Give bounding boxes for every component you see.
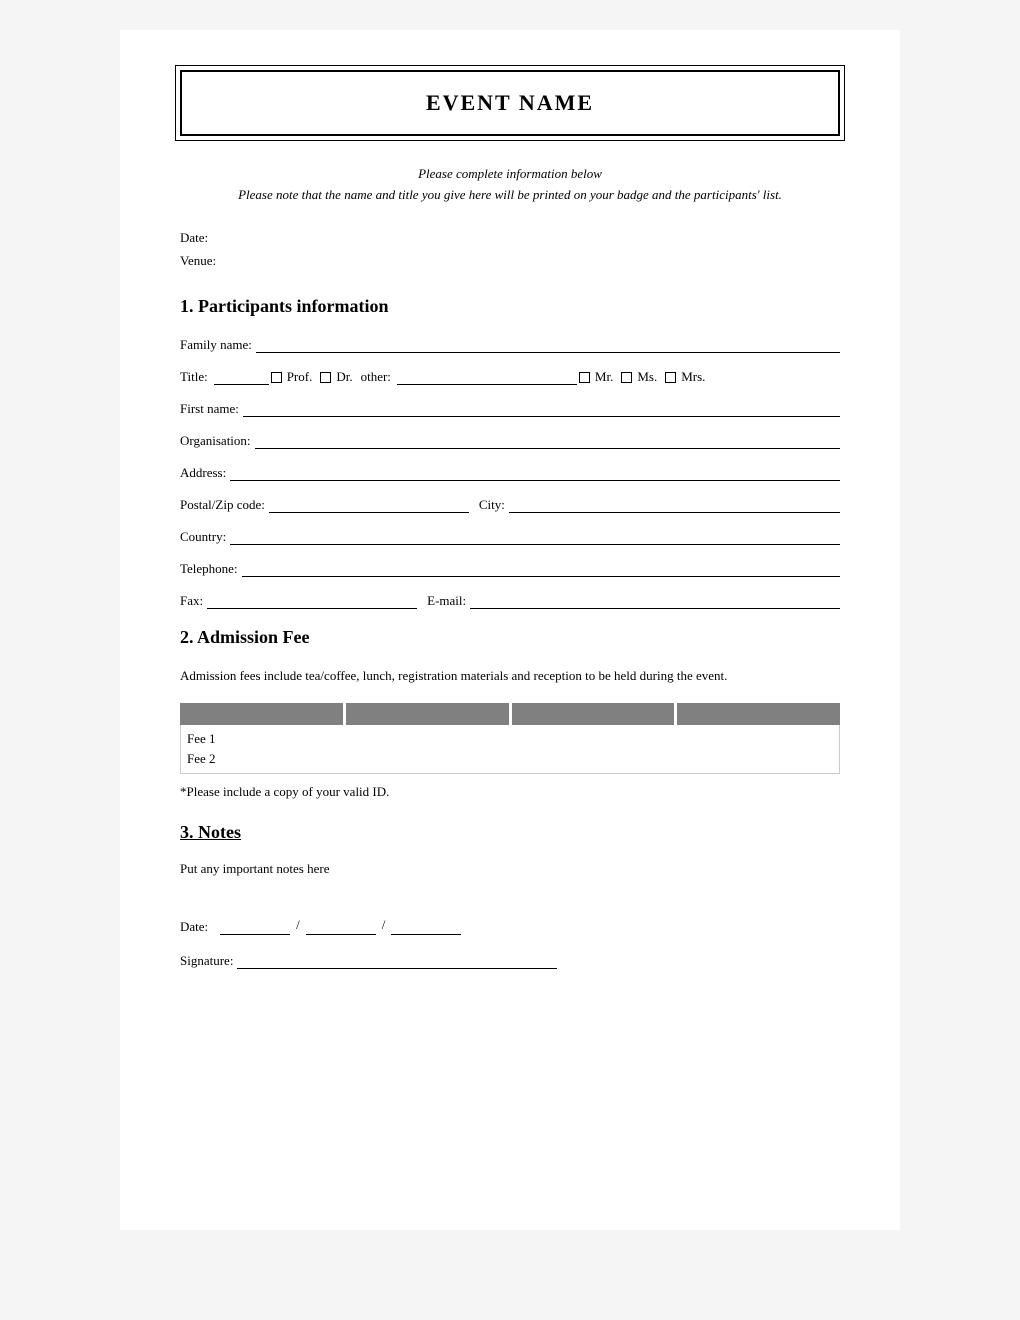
section3-block: 3. Notes Put any important notes here [180,822,840,877]
fax-part: Fax: [180,591,417,609]
section3-title: 3. Notes [180,822,840,843]
signature-section: Date: / / Signature: [180,917,840,969]
fax-email-row: Fax: E-mail: [180,591,840,609]
organisation-input[interactable] [255,431,840,449]
fee-header-col1 [180,703,343,725]
date-slash-1: / [296,917,300,935]
telephone-label: Telephone: [180,561,238,577]
mrs-checkbox[interactable] [665,372,676,383]
address-label: Address: [180,465,226,481]
section2-title: 2. Admission Fee [180,627,840,648]
first-name-label: First name: [180,401,239,417]
email-label: E-mail: [427,593,466,609]
ms-checkbox[interactable] [621,372,632,383]
date-field-group: / / [220,917,461,935]
other-label: other: [361,369,391,385]
mr-checkbox[interactable] [579,372,590,383]
venue-field-static: Venue: [180,249,840,272]
fee-table-body: Fee 1 Fee 2 [180,725,840,774]
family-name-row: Family name: [180,335,840,353]
postal-label: Postal/Zip code: [180,497,265,513]
instruction-line1: Please complete information below [180,164,840,185]
valid-id-note: *Please include a copy of your valid ID. [180,784,840,800]
section1-block: 1. Participants information Family name:… [180,296,840,609]
family-name-label: Family name: [180,337,252,353]
email-input[interactable] [470,591,840,609]
date-row: Date: / / [180,917,840,935]
first-name-row: First name: [180,399,840,417]
admission-description: Admission fees include tea/coffee, lunch… [180,666,840,687]
city-label: City: [479,497,505,513]
country-input[interactable] [230,527,840,545]
mrs-label: Mrs. [681,369,705,385]
title-blank-input[interactable] [214,367,269,385]
date-slash-2: / [382,917,386,935]
ms-label: Ms. [637,369,657,385]
form-page: EVENT NAME Please complete information b… [120,30,900,1230]
dr-label: Dr. [336,369,352,385]
signature-row: Signature: [180,951,840,969]
title-row: Title: Prof. Dr. other: Mr. Ms. [180,367,840,385]
fax-label: Fax: [180,593,203,609]
family-name-input[interactable] [256,335,840,353]
telephone-input[interactable] [242,559,840,577]
instruction-line2: Please note that the name and title you … [180,185,840,206]
section1-title: 1. Participants information [180,296,840,317]
date-day-input[interactable] [220,917,290,935]
fee-header-col4 [677,703,840,725]
date-signature-label: Date: [180,919,208,935]
notes-placeholder-text: Put any important notes here [180,861,840,877]
dr-checkbox-group: Dr. [320,369,352,385]
title-label: Title: [180,369,208,385]
address-row: Address: [180,463,840,481]
postal-input[interactable] [269,495,469,513]
mr-checkbox-group: Mr. [579,369,613,385]
date-year-input[interactable] [391,917,461,935]
first-name-input[interactable] [243,399,840,417]
postal-city-row: Postal/Zip code: City: [180,495,840,513]
city-input[interactable] [509,495,840,513]
date-month-input[interactable] [306,917,376,935]
telephone-row: Telephone: [180,559,840,577]
event-header-box: EVENT NAME [180,70,840,136]
dr-checkbox[interactable] [320,372,331,383]
fax-input[interactable] [207,591,417,609]
organisation-row: Organisation: [180,431,840,449]
fee-row-2: Fee 2 [187,749,833,769]
fee-row-1: Fee 1 [187,729,833,749]
email-part: E-mail: [427,591,840,609]
organisation-label: Organisation: [180,433,251,449]
event-title: EVENT NAME [426,90,594,115]
city-part: City: [479,495,840,513]
date-venue-block: Date: Venue: [180,226,840,273]
fee-header-col2 [346,703,509,725]
fee-table-header [180,703,840,725]
postal-part: Postal/Zip code: [180,495,469,513]
date-field-static: Date: [180,226,840,249]
address-input[interactable] [230,463,840,481]
section2-block: 2. Admission Fee Admission fees include … [180,627,840,800]
country-row: Country: [180,527,840,545]
prof-checkbox-group: Prof. [271,369,313,385]
fee-header-col3 [512,703,675,725]
mrs-checkbox-group: Mrs. [665,369,705,385]
prof-checkbox[interactable] [271,372,282,383]
prof-label: Prof. [287,369,313,385]
signature-input[interactable] [237,951,557,969]
mr-label: Mr. [595,369,613,385]
instructions-block: Please complete information below Please… [180,164,840,206]
other-input[interactable] [397,367,577,385]
signature-label: Signature: [180,953,233,969]
ms-checkbox-group: Ms. [621,369,657,385]
country-label: Country: [180,529,226,545]
